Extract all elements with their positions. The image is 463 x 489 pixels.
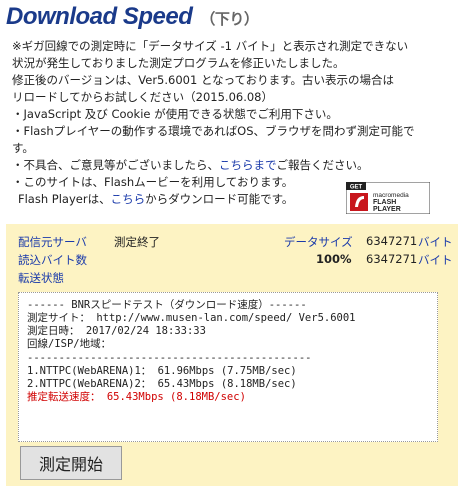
bytes-read-unit: バイト — [418, 253, 453, 267]
result-row: 2.NTTPC(WebARENA)2： 65.43Mbps (8.18MB/se… — [27, 378, 297, 390]
bullet-text: ご報告ください。 — [276, 158, 369, 172]
notice-line: ※ギガ回線での測定時に「データサイズ -1 バイト」と表示され測定できない — [12, 39, 409, 53]
estimated-speed: 推定転送速度： 65.43Mbps (8.18MB/sec) — [27, 391, 246, 403]
server-label[interactable]: 配信元サーバ — [18, 234, 87, 250]
result-site: 測定サイト： http://www.musen-lan.com/speed/ V… — [27, 312, 356, 324]
flash-logo-icon: GET macromedia FLASH PLAYER — [345, 181, 431, 215]
status-text: 測定終了 — [114, 235, 160, 249]
datasize-label: データサイズ — [284, 235, 353, 249]
flash-download-link[interactable]: こちら — [111, 192, 146, 206]
datasize-unit: バイト — [418, 235, 453, 249]
badge-get: GET — [350, 185, 363, 191]
result-row: 1.NTTPC(WebARENA)1： 61.96Mbps (7.75MB/se… — [27, 365, 297, 377]
badge-flash: FLASH — [373, 199, 396, 206]
title-text: Download Speed — [6, 3, 193, 30]
notice-line: 状況が発生しておりました測定プログラムを修正いたしました。 — [12, 56, 345, 70]
bullet-text: Flash Playerは、 — [18, 192, 111, 206]
contact-link[interactable]: こちらまで — [219, 158, 277, 172]
badge-brand: macromedia — [373, 192, 409, 199]
title-subtitle: （下り） — [200, 11, 259, 28]
page-title: Download Speed （下り） — [6, 3, 259, 31]
result-isp: 回線/ISP/地域： — [27, 338, 112, 350]
badge-player: PLAYER — [373, 206, 401, 213]
bullet-text: ・不具合、ご意見等がございましたら、 — [12, 158, 219, 172]
start-measurement-button[interactable]: 測定開始 — [20, 446, 122, 480]
bullet-text: からダウンロード可能です。 — [145, 192, 294, 206]
notice-bullet: ・Flashプレイヤーの動作する環境であればOS、ブラウザを問わず測定可能で — [12, 124, 415, 138]
result-box: ------ BNRスピードテスト（ダウンロード速度）------ 測定サイト：… — [18, 292, 438, 442]
progress-percent: 100% — [316, 252, 352, 266]
result-header: ------ BNRスピードテスト（ダウンロード速度）------ — [27, 299, 307, 311]
notice-bullet: す。 — [12, 141, 34, 155]
notice-line: リロードしてからお試しください（2015.06.08） — [12, 90, 273, 104]
datasize-value: 6347271 — [366, 234, 418, 248]
speedtest-panel: 配信元サーバ 測定終了 データサイズ 6347271 バイト 読込バイト数 10… — [6, 224, 458, 486]
transfer-status-label: 転送状態 — [18, 271, 64, 285]
bytes-read-label: 読込バイト数 — [18, 253, 87, 267]
bytes-read-value: 6347271 — [366, 252, 418, 266]
result-datetime: 測定日時： 2017/02/24 18:33:33 — [27, 325, 206, 337]
result-separator: ----------------------------------------… — [27, 352, 312, 364]
notice-bullet: ・不具合、ご意見等がございましたら、こちらまでご報告ください。 — [12, 157, 457, 174]
notice-line: 修正後のバージョンは、Ver5.6001 となっております。古い表示の場合は — [12, 73, 395, 87]
notice-bullet: ・JavaScript 及び Cookie が使用できる状態でご利用下さい。 — [12, 107, 338, 121]
get-flash-player-badge[interactable]: GET macromedia FLASH PLAYER — [345, 181, 431, 215]
